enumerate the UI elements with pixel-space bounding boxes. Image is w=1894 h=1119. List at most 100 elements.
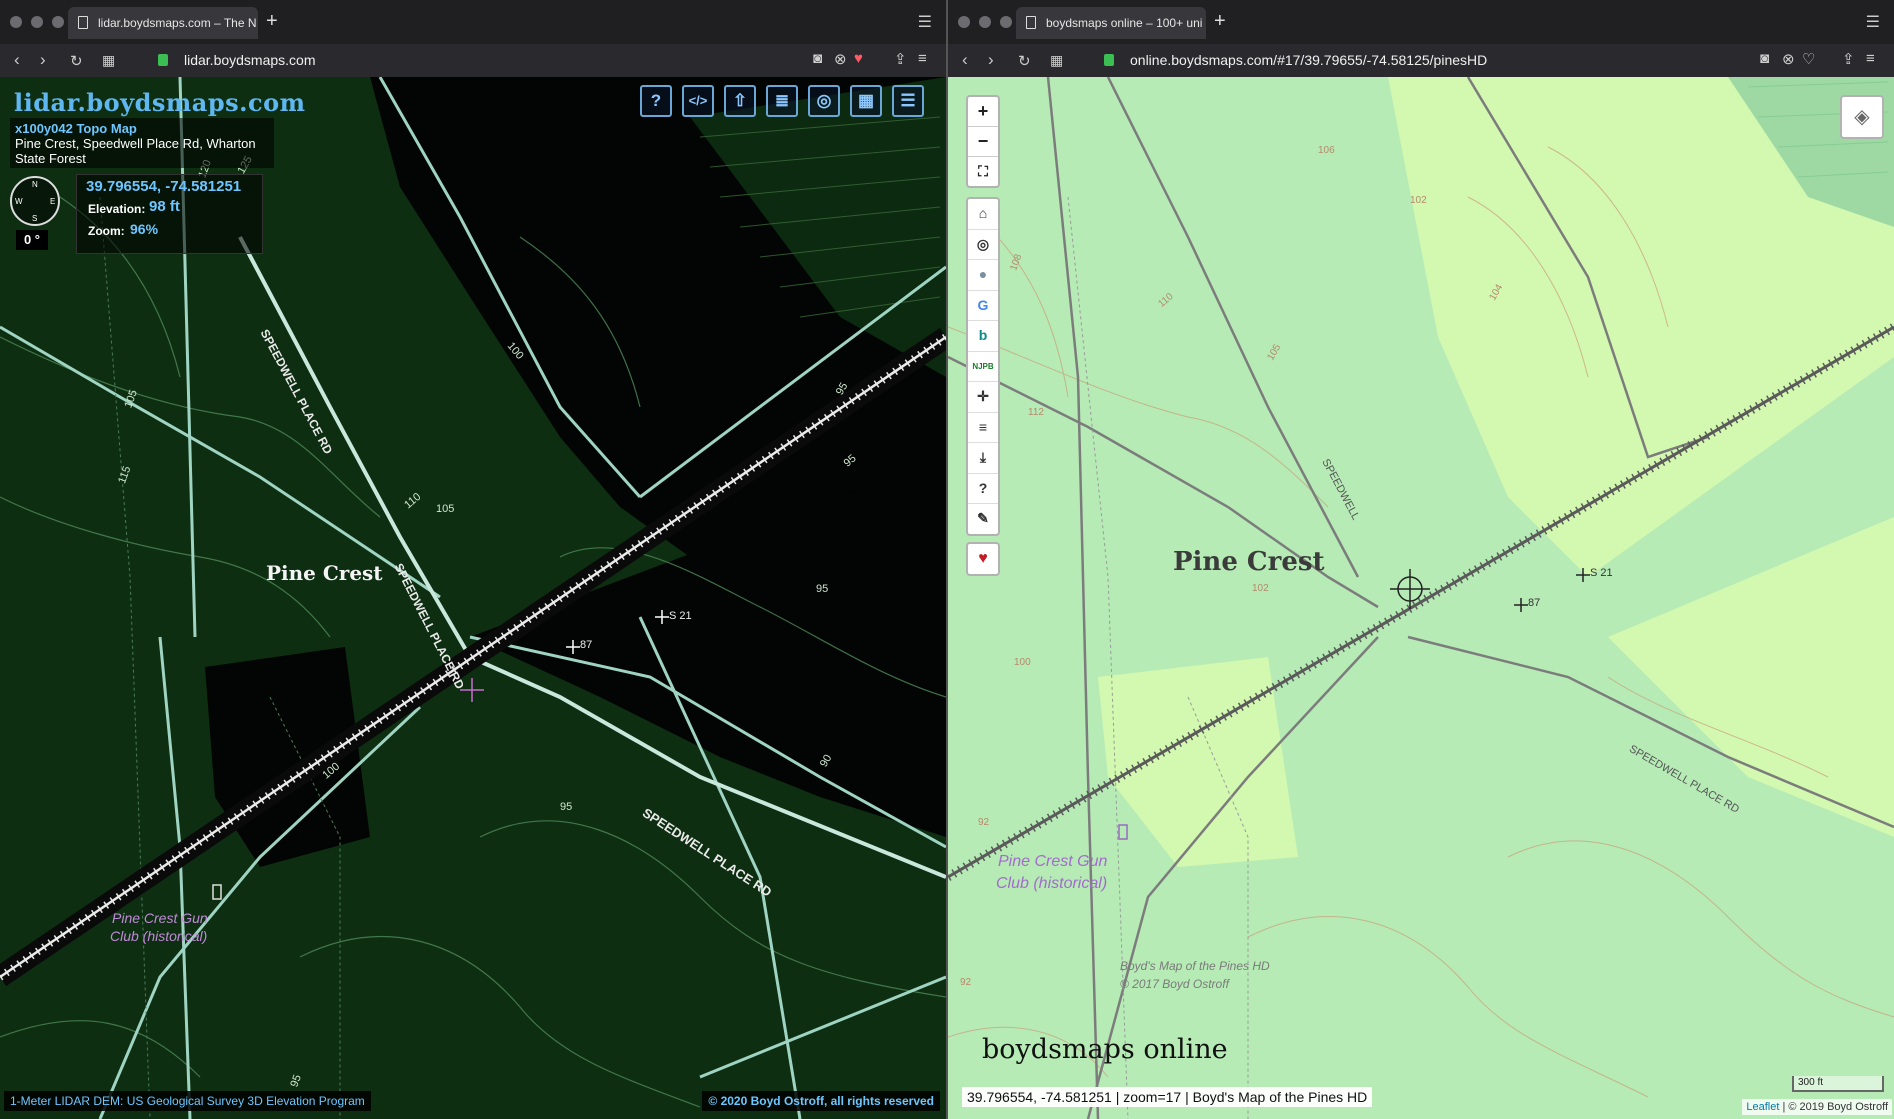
zoom-label: Zoom: (88, 224, 125, 238)
back-icon[interactable]: ‹ (962, 50, 968, 70)
compass-icon[interactable]: N E S W (10, 176, 60, 226)
zoom-control: + − ⛶ (966, 95, 1000, 188)
contour-label: 92 (978, 817, 990, 828)
leaflet-link[interactable]: Leaflet (1746, 1101, 1779, 1113)
map-tools: ⌂ ◎ ● G b NJPB ✛ ≡ ⤓ ? ✎ (966, 197, 1000, 536)
block-icon[interactable]: ⊗ (834, 50, 847, 68)
new-tab-button[interactable]: + (266, 10, 278, 33)
brand-name: boydsmaps online (982, 1034, 1228, 1065)
benchmark-87-label: 87 (1528, 597, 1541, 609)
zoom-out-button[interactable]: − (968, 127, 998, 157)
browser-tab[interactable]: lidar.boydsmaps.com – The N (68, 7, 258, 39)
lock-icon (1104, 54, 1114, 66)
map-credit-2: © 2017 Boyd Ostroff (1120, 977, 1229, 991)
settings-sliders-icon[interactable]: ☰ (892, 85, 924, 117)
bing-icon[interactable]: b (968, 321, 998, 352)
contour-label: 100 (1014, 657, 1031, 668)
window-controls[interactable] (10, 16, 64, 28)
browser-toolbar: ‹ › ↻ ▦ lidar.boydsmaps.com ◙ ⊗ ♥ ⇪ ≡ (0, 44, 946, 77)
target-icon[interactable]: ◎ (968, 230, 998, 260)
contour-label: 92 (960, 977, 972, 988)
browser-tab[interactable]: boydsmaps online – 100+ uni (1016, 7, 1206, 39)
njpb-icon[interactable]: NJPB (968, 352, 998, 382)
map-credit-1: Boyd's Map of the Pines HD (1120, 959, 1270, 973)
settings-icon[interactable]: ≡ (1866, 50, 1875, 67)
right-browser-window: boydsmaps online – 100+ uni + ☰ ‹ › ↻ ▦ … (948, 0, 1894, 1119)
contour-label: 102 (1252, 583, 1269, 594)
block-icon[interactable]: ⊗ (1782, 50, 1795, 68)
compass-heading: 0 ° (16, 230, 48, 250)
speed-dial-icon[interactable]: ▦ (1050, 52, 1063, 69)
address-bar[interactable]: online.boydsmaps.com/#17/39.79655/-74.58… (1130, 52, 1487, 68)
coordinates-readout: 39.796554, -74.581251 (86, 178, 242, 195)
page-icon (78, 16, 88, 29)
benchmark-s21-label: S 21 (669, 610, 692, 622)
forward-icon[interactable]: › (988, 50, 994, 70)
gun-club-label-2: Club (historical) (996, 875, 1108, 892)
topo-map[interactable]: Pine Crest SPEEDWELL PLACE RD SPEEDWELL … (948, 77, 1894, 1119)
site-title[interactable]: lidar.boydsmaps.com (14, 88, 306, 117)
wrench-icon[interactable]: ✎ (968, 504, 998, 534)
elevation-label: Elevation: (88, 202, 146, 216)
share-icon[interactable]: ⇪ (894, 50, 907, 68)
scale-bar: 300 ft (1792, 1076, 1884, 1092)
globe-icon[interactable]: ● (968, 260, 998, 291)
tab-overview-icon[interactable]: ☰ (1866, 12, 1880, 32)
reload-icon[interactable]: ↻ (1018, 52, 1031, 70)
layers-icon[interactable]: ◈ (1840, 95, 1884, 139)
heart-icon[interactable]: ♡ (1802, 50, 1815, 68)
left-browser-window: lidar.boydsmaps.com – The N + ☰ ‹ › ↻ ▦ … (0, 0, 946, 1119)
crosshair-icon[interactable]: ✛ (968, 382, 998, 413)
contour-label: 102 (1410, 195, 1427, 206)
share-icon[interactable]: ⇧ (724, 85, 756, 117)
document-icon[interactable]: ≣ (766, 85, 798, 117)
tab-title: boydsmaps online – 100+ uni (1046, 16, 1203, 30)
globe-icon[interactable]: ◎ (808, 85, 840, 117)
grid-icon[interactable]: ▦ (850, 85, 882, 117)
attribution: Leaflet | © 2019 Boyd Ostroff (1742, 1099, 1892, 1115)
camera-icon[interactable]: ◙ (1760, 50, 1769, 67)
map-subtitle: x100y042 Topo Map (15, 121, 137, 136)
browser-toolbar: ‹ › ↻ ▦ online.boydsmaps.com/#17/39.7965… (948, 44, 1894, 77)
address-bar[interactable]: lidar.boydsmaps.com (184, 52, 316, 68)
code-icon[interactable]: </> (682, 85, 714, 117)
tab-overview-icon[interactable]: ☰ (918, 12, 932, 32)
contour-label: 95 (560, 801, 573, 813)
heart-icon[interactable]: ♥ (854, 50, 863, 67)
contour-label: 95 (816, 583, 829, 595)
home-icon[interactable]: ⌂ (968, 199, 998, 230)
list-icon[interactable]: ≡ (968, 413, 998, 443)
reload-icon[interactable]: ↻ (70, 52, 83, 70)
status-readout: 39.796554, -74.581251 | zoom=17 | Boyd's… (962, 1087, 1373, 1107)
new-tab-button[interactable]: + (1214, 10, 1226, 33)
help-icon[interactable]: ? (640, 85, 672, 117)
window-divider (946, 0, 948, 1119)
window-controls[interactable] (958, 16, 1012, 28)
google-icon[interactable]: G (968, 291, 998, 321)
contour-label: 112 (1028, 407, 1044, 418)
forward-icon[interactable]: › (40, 50, 46, 70)
benchmark-s21-label: S 21 (1590, 567, 1613, 579)
data-source-credit: 1-Meter LIDAR DEM: US Geological Survey … (4, 1091, 371, 1111)
download-icon[interactable]: ⤓ (968, 443, 998, 474)
favorite-heart-icon[interactable]: ♥ (966, 542, 1000, 576)
gun-club-label-2: Club (historical) (110, 928, 208, 944)
benchmark-87-label: 87 (580, 639, 593, 651)
elevation-value: 98 ft (149, 198, 180, 215)
place-label-pine-crest: Pine Crest (266, 561, 383, 585)
back-icon[interactable]: ‹ (14, 50, 20, 70)
contour-label: 106 (1318, 145, 1335, 156)
contour-label: 105 (436, 503, 455, 515)
camera-icon[interactable]: ◙ (813, 50, 822, 67)
copyright: © 2020 Boyd Ostroff, all rights reserved (702, 1091, 940, 1111)
fullscreen-icon[interactable]: ⛶ (968, 157, 998, 186)
speed-dial-icon[interactable]: ▦ (102, 52, 115, 69)
gun-club-label-1: Pine Crest Gun (998, 853, 1108, 870)
help-icon[interactable]: ? (968, 474, 998, 504)
settings-icon[interactable]: ≡ (918, 50, 927, 67)
zoom-in-button[interactable]: + (968, 97, 998, 127)
tab-title: lidar.boydsmaps.com – The N (98, 16, 257, 30)
share-icon[interactable]: ⇪ (1842, 50, 1855, 68)
attribution-text: | © 2019 Boyd Ostroff (1779, 1101, 1888, 1113)
page-icon (1026, 16, 1036, 29)
